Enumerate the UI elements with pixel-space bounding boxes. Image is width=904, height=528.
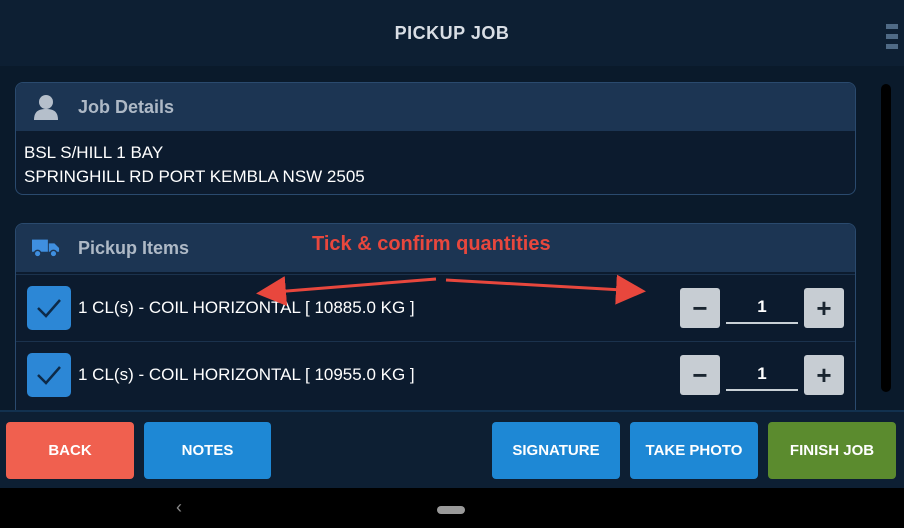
back-button[interactable]: BACK xyxy=(6,422,134,479)
finish-job-button[interactable]: FINISH JOB xyxy=(768,422,896,479)
annotation-arrow-right xyxy=(445,274,646,305)
system-nav-bar: ‹ xyxy=(0,488,904,528)
nav-back-icon[interactable]: ‹ xyxy=(176,497,182,518)
screen: PICKUP JOB Job Details BSL S/HILL 1 BAY … xyxy=(0,0,904,528)
notes-button[interactable]: NOTES xyxy=(144,422,271,479)
take-photo-button[interactable]: TAKE PHOTO xyxy=(630,422,758,479)
content-area[interactable]: Job Details BSL S/HILL 1 BAY SPRINGHILL … xyxy=(0,66,904,410)
annotation-arrow-left xyxy=(256,276,437,307)
grip-icon[interactable] xyxy=(886,24,898,60)
bottom-toolbar: BACK NOTES SIGNATURE TAKE PHOTO FINISH J… xyxy=(0,410,904,490)
page-title: PICKUP JOB xyxy=(394,22,510,43)
nav-home-icon[interactable] xyxy=(437,506,465,514)
scrollbar[interactable] xyxy=(881,84,891,392)
annotation-arrows xyxy=(256,274,646,307)
signature-button[interactable]: SIGNATURE xyxy=(492,422,620,479)
app-header: PICKUP JOB xyxy=(0,0,904,66)
